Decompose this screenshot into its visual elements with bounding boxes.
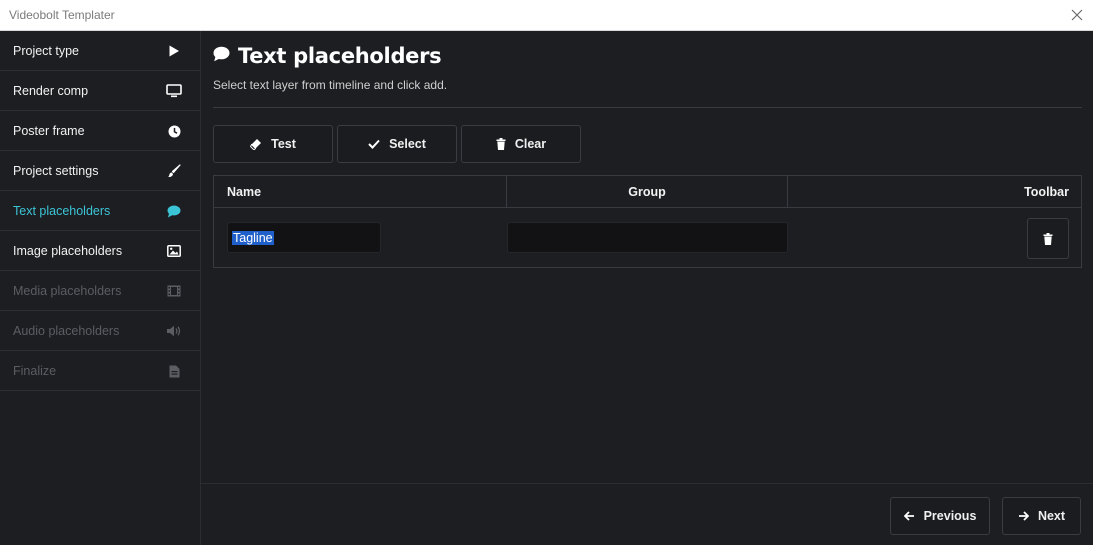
table-row: Tagline bbox=[214, 208, 1081, 267]
divider bbox=[213, 107, 1082, 108]
previous-button[interactable]: Previous bbox=[890, 497, 990, 535]
name-input-value: Tagline bbox=[232, 230, 274, 245]
page-title: Text placeholders bbox=[213, 44, 442, 68]
test-button[interactable]: Test bbox=[213, 125, 333, 163]
sidebar-item-label: Render comp bbox=[13, 83, 89, 98]
test-button-label: Test bbox=[271, 137, 296, 151]
sidebar-item-label: Image placeholders bbox=[13, 243, 123, 258]
sidebar-item-image-placeholders[interactable]: Image placeholders bbox=[0, 231, 200, 271]
previous-button-label: Previous bbox=[923, 509, 977, 523]
sidebar-item-label: Audio placeholders bbox=[13, 323, 120, 338]
brush-icon bbox=[166, 163, 182, 179]
select-button-label: Select bbox=[389, 137, 426, 151]
table-header: Name Group Toolbar bbox=[214, 176, 1081, 208]
close-icon[interactable] bbox=[1069, 7, 1085, 23]
sidebar-item-label: Poster frame bbox=[13, 123, 85, 138]
column-header-name: Name bbox=[227, 185, 262, 199]
image-icon bbox=[166, 243, 182, 259]
window-title: Videobolt Templater bbox=[9, 8, 115, 22]
play-icon bbox=[166, 43, 182, 59]
document-icon bbox=[166, 363, 182, 379]
main-panel: Text placeholders Select text layer from… bbox=[201, 31, 1093, 545]
sidebar-item-poster-frame[interactable]: Poster frame bbox=[0, 111, 200, 151]
trash-icon bbox=[1043, 232, 1053, 245]
column-header-group: Group bbox=[506, 176, 787, 208]
title-bar: Videobolt Templater bbox=[0, 0, 1093, 31]
next-button-label: Next bbox=[1037, 509, 1066, 523]
clock-icon bbox=[166, 123, 182, 139]
sidebar-item-label: Finalize bbox=[13, 363, 57, 378]
sidebar-item-label: Project type bbox=[13, 43, 80, 58]
arrow-left-icon bbox=[903, 511, 914, 521]
sidebar: Project type Render comp Poster frame Pr… bbox=[0, 31, 201, 545]
placeholders-table: Name Group Toolbar Tagline bbox=[213, 175, 1082, 268]
trash-icon bbox=[496, 138, 506, 150]
speech-bubble-icon bbox=[213, 46, 230, 67]
column-header-toolbar: Toolbar bbox=[787, 176, 1081, 208]
eraser-icon bbox=[250, 139, 262, 150]
clear-button[interactable]: Clear bbox=[461, 125, 581, 163]
group-input[interactable] bbox=[507, 222, 788, 253]
select-button[interactable]: Select bbox=[337, 125, 457, 163]
sidebar-item-finalize: Finalize bbox=[0, 351, 200, 391]
volume-icon bbox=[166, 323, 182, 339]
sidebar-item-label: Project settings bbox=[13, 163, 99, 178]
sidebar-item-project-type[interactable]: Project type bbox=[0, 31, 200, 71]
sidebar-item-text-placeholders[interactable]: Text placeholders bbox=[0, 191, 200, 231]
name-input[interactable]: Tagline bbox=[227, 222, 381, 253]
sidebar-item-render-comp[interactable]: Render comp bbox=[0, 71, 200, 111]
speech-bubble-icon bbox=[166, 203, 182, 219]
sidebar-item-media-placeholders: Media placeholders bbox=[0, 271, 200, 311]
check-icon bbox=[368, 139, 380, 149]
sidebar-item-label: Media placeholders bbox=[13, 283, 122, 298]
sidebar-item-project-settings[interactable]: Project settings bbox=[0, 151, 200, 191]
delete-row-button[interactable] bbox=[1027, 218, 1069, 259]
page-title-text: Text placeholders bbox=[238, 44, 442, 68]
page-subtitle: Select text layer from timeline and clic… bbox=[213, 78, 448, 92]
film-icon bbox=[166, 283, 182, 299]
next-button[interactable]: Next bbox=[1002, 497, 1081, 535]
monitor-icon bbox=[166, 83, 182, 99]
sidebar-item-audio-placeholders: Audio placeholders bbox=[0, 311, 200, 351]
arrow-right-icon bbox=[1018, 511, 1029, 521]
clear-button-label: Clear bbox=[514, 137, 547, 151]
footer: Previous Next bbox=[201, 483, 1093, 545]
sidebar-item-label: Text placeholders bbox=[13, 203, 111, 218]
